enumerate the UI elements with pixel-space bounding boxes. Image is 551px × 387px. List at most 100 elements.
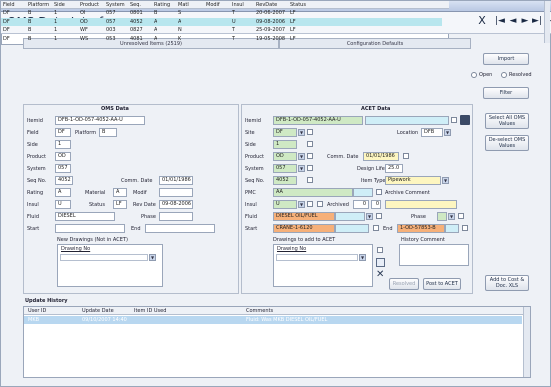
save-icon[interactable] (460, 115, 470, 125)
acet-archived-field[interactable]: 0 (353, 200, 369, 209)
close-icon[interactable]: X (476, 14, 488, 27)
acet-seq-field[interactable]: 4052 (273, 176, 297, 185)
acet-itemid-field[interactable]: DFB-1-OD-057-4052-AA-U (273, 116, 363, 125)
table-row[interactable]: DF B 1 OD 057 4052 A A U 09-08-2006 LF (1, 17, 442, 26)
chevron-down-icon[interactable]: ▼ (298, 201, 305, 208)
acet-side-field[interactable]: 1 (273, 140, 297, 149)
add-to-cost-button[interactable]: Add to Cost & Doc. XLS (485, 275, 529, 291)
acet-end-checkbox[interactable] (462, 225, 468, 231)
post-to-acet-button[interactable]: Post to ACET (423, 278, 461, 290)
unresolved-grid[interactable]: Field Platform Side Product System Seq. Rating… (1, 1, 550, 45)
oms-commdate-field[interactable]: 01/01/1986 (159, 176, 193, 185)
oms-status-field[interactable]: LF (113, 200, 127, 209)
oms-modif-field[interactable] (159, 188, 193, 197)
grid-col-header[interactable]: Modif (205, 1, 220, 9)
oms-itemid-field[interactable]: DFB-1-OD-057-4052-AA-U (55, 116, 145, 125)
oms-revdate-field[interactable]: 09-08-2006 (159, 200, 193, 209)
oms-platform-field[interactable]: B (99, 128, 117, 137)
acet-fluid-field[interactable]: DIESEL OIL/FUEL (273, 212, 335, 221)
grid-scrollbar[interactable] (544, 1, 550, 43)
chevron-down-icon[interactable]: ▼ (298, 129, 305, 136)
open-radio[interactable] (471, 72, 477, 78)
table-row[interactable]: DF B 1 OI 057 0801 B S T 20-06-2007 LF (1, 9, 442, 17)
acet-end-extra[interactable] (445, 224, 459, 233)
acet-phase-field[interactable] (437, 212, 447, 221)
select-all-oms-button[interactable]: Select All OMS Values (485, 113, 529, 129)
prev-record-icon[interactable]: ◄ (507, 16, 519, 26)
acet-itemtype-field[interactable]: Pipework (385, 176, 441, 185)
deselect-oms-button[interactable]: De-select OMS Values (485, 135, 529, 151)
acet-start-extra[interactable] (335, 224, 369, 233)
resolved-button[interactable]: Resolved (389, 278, 419, 290)
acet-commdate-field[interactable]: 01/01/1986 (363, 152, 399, 161)
acet-itemid-extra[interactable] (365, 116, 449, 125)
oms-side-field[interactable]: 1 (55, 140, 71, 149)
acet-archived-checkbox[interactable] (317, 201, 323, 207)
chevron-down-icon[interactable]: ▼ (359, 254, 366, 261)
acet-start-checkbox[interactable] (373, 225, 379, 231)
grid-col-header[interactable]: Product (79, 1, 99, 9)
acet-archive-checkbox[interactable] (376, 189, 382, 195)
acet-fluid-checkbox[interactable] (376, 213, 382, 219)
oms-material-field[interactable]: A (113, 188, 127, 197)
acet-location-field[interactable]: DFB (421, 128, 443, 137)
grid-col-header[interactable]: Platform (27, 1, 49, 9)
acet-seq-checkbox[interactable] (307, 177, 313, 183)
oms-system-field[interactable]: 057 (55, 164, 71, 173)
acet-history-field[interactable] (399, 244, 469, 266)
grid-col-header[interactable]: Status (289, 1, 306, 9)
acet-site-field[interactable]: DF (273, 128, 297, 137)
resolved-radio[interactable] (501, 72, 507, 78)
grid-col-header[interactable]: Field (2, 1, 15, 9)
acet-itemid-checkbox[interactable] (451, 117, 457, 123)
import-button[interactable]: Import (483, 53, 529, 65)
grid-col-header[interactable]: RevDate (255, 1, 277, 9)
oms-fluid-field[interactable]: DIESEL (55, 212, 115, 221)
table-row[interactable]: DF B 1 WF 003 0827 A N T 25-09-2007 LF (1, 26, 442, 34)
update-row[interactable]: MKB 09/10/2007 14:40 Fluid: Was MKB DIES… (24, 316, 522, 324)
chevron-down-icon[interactable]: ▼ (366, 213, 373, 220)
grid-col-header[interactable]: Insul (231, 1, 244, 9)
oms-rating-field[interactable]: A (55, 188, 71, 197)
acet-commdate-checkbox[interactable] (403, 153, 409, 159)
grid-col-header[interactable]: System (105, 1, 125, 9)
acet-archive-comment[interactable] (385, 200, 457, 209)
grid-col-header[interactable]: Side (53, 1, 65, 9)
acet-side-checkbox[interactable] (307, 141, 313, 147)
chevron-down-icon[interactable]: ▼ (448, 213, 455, 220)
acet-drawing-row[interactable] (276, 254, 358, 261)
acet-insul-checkbox[interactable] (307, 201, 313, 207)
delete-icon[interactable]: ✕ (376, 270, 384, 280)
acet-product-field[interactable]: OD (273, 152, 297, 161)
oms-drawings-list[interactable]: Drawing No ▼ (57, 244, 163, 287)
acet-fluid-extra[interactable] (335, 212, 365, 221)
chevron-down-icon[interactable]: ▼ (149, 254, 156, 261)
oms-phase-field[interactable] (159, 212, 193, 221)
oms-seq-field[interactable]: 4052 (55, 176, 73, 185)
filter-button[interactable]: Filter (483, 87, 529, 99)
acet-drawing-checkbox[interactable] (377, 247, 383, 253)
acet-start-field[interactable]: CRANE-1-6120 (273, 224, 335, 233)
oms-product-field[interactable]: OD (55, 152, 71, 161)
next-record-icon[interactable]: ► (519, 16, 531, 26)
chevron-down-icon[interactable]: ▼ (298, 153, 305, 160)
acet-design-field[interactable]: 25.0 (385, 164, 403, 173)
acet-pmc-extra[interactable] (353, 188, 373, 197)
oms-drawing-row[interactable] (60, 254, 148, 261)
acet-system-field[interactable]: 057 (273, 164, 297, 173)
chevron-down-icon[interactable]: ▼ (298, 165, 305, 172)
oms-field-field[interactable]: DF (55, 128, 71, 137)
edit-icon[interactable] (376, 258, 385, 267)
acet-insul-field[interactable]: U (273, 200, 297, 209)
acet-drawings-list[interactable]: Drawing No ▼ (273, 244, 373, 287)
chevron-down-icon[interactable]: ▼ (444, 129, 451, 136)
table-row[interactable]: DF B 1 WS 053 4081 A K T 19-05-2008 LF (1, 35, 442, 43)
acet-system-checkbox[interactable] (307, 165, 313, 171)
acet-site-checkbox[interactable] (307, 129, 313, 135)
update-scrollbar[interactable] (523, 307, 530, 377)
first-record-icon[interactable]: |◄ (494, 16, 506, 26)
grid-col-header[interactable]: Seq. (129, 1, 141, 9)
acet-phase-checkbox[interactable] (458, 213, 464, 219)
update-history-table[interactable]: User ID Update Date Item ID Used Comment… (23, 306, 531, 378)
grid-col-header[interactable]: Matl (177, 1, 189, 9)
